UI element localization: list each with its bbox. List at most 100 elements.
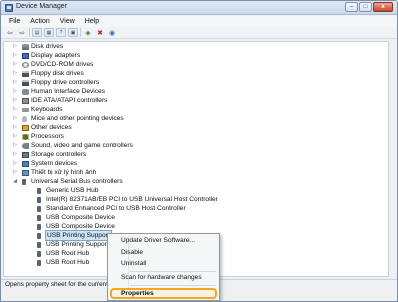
collapse-arrow-icon[interactable]: ▷ (12, 42, 18, 51)
device-category-row[interactable]: ▷ Processors (4, 132, 388, 141)
tree-item-label: Storage controllers (31, 151, 87, 158)
title-bar[interactable]: Device Manager – □ x (1, 1, 397, 15)
toolbar: ⇦ ⇨ ▤ ▦ ? ▣ ◈ ✖ ◉ (1, 27, 397, 39)
tree-item-label: Standard Enhanced PCI to USB Host Contro… (46, 205, 186, 212)
usb-device-row[interactable]: Standard Enhanced PCI to USB Host Contro… (4, 204, 388, 213)
collapse-arrow-icon[interactable]: ▷ (12, 78, 18, 87)
collapse-arrow-icon[interactable]: ▷ (12, 141, 18, 150)
collapse-arrow-icon[interactable]: ▷ (12, 150, 18, 159)
tree-item-label: Keyboards (31, 106, 63, 113)
device-category-row[interactable]: ▷ Human Interface Devices (4, 87, 388, 96)
menu-action[interactable]: Action (25, 18, 54, 25)
usb-icon (37, 214, 41, 221)
device-category-row[interactable]: ▷ Display adapters (4, 51, 388, 60)
help-icon[interactable]: ? (56, 28, 66, 37)
back-arrow-icon[interactable]: ⇦ (5, 28, 15, 37)
device-category-row[interactable]: ▷ Sound, video and game controllers (4, 141, 388, 150)
usb-icon (37, 196, 41, 203)
processor-icon (22, 133, 29, 140)
usb-icon (37, 241, 41, 248)
toolbar-separator-2 (80, 28, 81, 37)
tree-item-label: USB Composite Device (46, 214, 115, 221)
collapse-arrow-icon[interactable]: ▷ (12, 105, 18, 114)
tree-item-label: IDE ATA/ATAPI controllers (31, 97, 108, 104)
context-menu: Update Driver Software... Disable Uninst… (107, 233, 220, 301)
device-category-row[interactable]: ▷ Keyboards (4, 105, 388, 114)
device-category-row[interactable]: ▷ IDE ATA/ATAPI controllers (4, 96, 388, 105)
forward-arrow-icon[interactable]: ⇨ (17, 28, 27, 37)
collapse-arrow-icon[interactable]: ▷ (12, 123, 18, 132)
device-category-row[interactable]: ▷ Other devices (4, 123, 388, 132)
tree-item-label: Intel(R) 82371AB/EB PCI to USB Universal… (46, 196, 218, 203)
expand-arrow-icon[interactable]: ◢ (12, 177, 18, 186)
tree-item-label: DVD/CD-ROM drives (31, 61, 94, 68)
collapse-arrow-icon[interactable]: ▷ (12, 87, 18, 96)
collapse-arrow-icon[interactable]: ▷ (12, 51, 18, 60)
menu-update-driver-software[interactable]: Update Driver Software... (121, 237, 195, 244)
device-list-icon[interactable]: ▤ (32, 28, 42, 37)
dvd-icon (22, 61, 29, 68)
minimize-button[interactable]: – (345, 2, 358, 12)
tree-item-label: USB Composite Device (46, 223, 115, 230)
collapse-arrow-icon[interactable]: ▷ (12, 114, 18, 123)
device-category-row[interactable]: ▷ System devices (4, 159, 388, 168)
tree-item-label: Mice and other pointing devices (31, 115, 124, 122)
collapse-arrow-icon[interactable]: ▷ (12, 69, 18, 78)
tree-item-label: Sound, video and game controllers (31, 142, 133, 149)
display-adapter-icon (22, 52, 29, 59)
device-category-row[interactable]: ▷ Storage controllers (4, 150, 388, 159)
collapse-arrow-icon[interactable]: ▷ (12, 60, 18, 69)
device-category-row[interactable]: ▷ Disk drives (4, 42, 388, 51)
device-category-row[interactable]: ▷ Thiết bị xử lý hình ảnh (4, 168, 388, 177)
device-category-row[interactable]: ▷ Mice and other pointing devices (4, 114, 388, 123)
window-title: Device Manager (16, 3, 67, 10)
device-category-row[interactable]: ▷ Floppy disk drives (4, 69, 388, 78)
computer-icon[interactable]: ▣ (68, 28, 78, 37)
menu-scan-hardware-changes[interactable]: Scan for hardware changes (121, 274, 202, 281)
storage-icon (22, 151, 29, 158)
collapse-arrow-icon[interactable]: ▷ (12, 96, 18, 105)
device-category-row[interactable]: ▷ Floppy drive controllers (4, 78, 388, 87)
device-category-row[interactable]: ◢ Universal Serial Bus controllers (4, 177, 388, 186)
usb-device-row[interactable]: USB Composite Device (4, 222, 388, 231)
collapse-arrow-icon[interactable]: ▷ (12, 132, 18, 141)
update-driver-icon[interactable]: ◈ (83, 28, 93, 37)
menu-bar: File Action View Help (1, 16, 397, 27)
tree-item-label: Universal Serial Bus controllers (31, 178, 123, 185)
properties-icon[interactable]: ▦ (44, 28, 54, 37)
usb-device-row[interactable]: Generic USB Hub (4, 186, 388, 195)
device-manager-window: Device Manager – □ x File Action View He… (0, 0, 398, 302)
usb-device-row[interactable]: USB Composite Device (4, 213, 388, 222)
menu-disable[interactable]: Disable (121, 249, 143, 256)
other-devices-icon (22, 124, 29, 131)
menu-uninstall[interactable]: Uninstall (121, 260, 146, 267)
floppy-controller-icon (22, 79, 29, 86)
sound-icon (22, 142, 29, 149)
collapse-arrow-icon[interactable]: ▷ (12, 159, 18, 168)
menu-view[interactable]: View (55, 18, 80, 25)
collapse-arrow-icon[interactable]: ▷ (12, 168, 18, 177)
scan-hardware-icon[interactable]: ◉ (107, 28, 117, 37)
window-controls: – □ x (345, 2, 393, 12)
tree-item-label: Human Interface Devices (31, 88, 106, 95)
disk-drive-icon (22, 43, 29, 50)
device-category-row[interactable]: ▷ DVD/CD-ROM drives (4, 60, 388, 69)
menu-properties[interactable]: Properties (121, 290, 154, 297)
tree-item-label: USB Printing Support (45, 230, 112, 241)
tree-item-label: USB Root Hub (46, 259, 90, 266)
usb-icon (37, 187, 41, 194)
maximize-button[interactable]: □ (359, 2, 372, 12)
usb-device-row[interactable]: Intel(R) 82371AB/EB PCI to USB Universal… (4, 195, 388, 204)
tree-item-label: Floppy drive controllers (31, 79, 100, 86)
usb-icon (37, 259, 41, 266)
tree-item-label: USB Printing Support (46, 241, 109, 248)
usb-controller-icon (22, 178, 26, 185)
menu-help[interactable]: Help (80, 18, 104, 25)
close-button[interactable]: x (373, 2, 393, 12)
imaging-device-icon (22, 169, 29, 176)
keyboard-icon (22, 107, 29, 112)
menu-file[interactable]: File (4, 18, 25, 25)
mouse-icon (22, 115, 27, 122)
uninstall-icon[interactable]: ✖ (95, 28, 105, 37)
tree-item-label: Processors (31, 133, 64, 140)
